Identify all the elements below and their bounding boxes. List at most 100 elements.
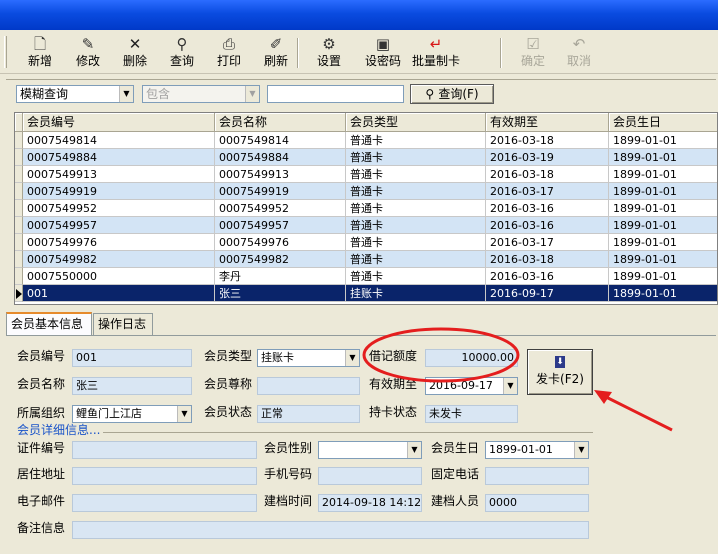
toolbar-button-8[interactable]: ↵ 批量制卡 — [411, 34, 461, 70]
chevron-down-icon[interactable]: ▼ — [574, 442, 588, 458]
table-cell[interactable]: 0007549919 — [215, 183, 346, 200]
id-no-field[interactable] — [72, 441, 257, 459]
expiry-date-picker[interactable]: 2016-09-17 ▼ — [425, 377, 518, 395]
table-cell[interactable]: 0007549814 — [215, 132, 346, 149]
toolbar-button-0[interactable]: 🗋 新增 — [15, 34, 65, 70]
gender-select[interactable]: ▼ — [318, 441, 422, 459]
chevron-down-icon[interactable]: ▼ — [407, 442, 421, 458]
table-cell[interactable]: 0007549976 — [23, 234, 215, 251]
table-cell[interactable]: 0007549957 — [23, 217, 215, 234]
table-row[interactable]: 0007549952 0007549952 普通卡 2016-03-16 1899-01… — [15, 200, 717, 217]
table-cell[interactable]: 2016-09-17 — [486, 285, 609, 302]
table-row[interactable]: 0007549957 0007549957 普通卡 2016-03-16 1899-01… — [15, 217, 717, 234]
table-row[interactable]: 0007550000 李丹 普通卡 2016-03-16 1899-01-01 — [15, 268, 717, 285]
table-cell[interactable]: 0007549982 — [215, 251, 346, 268]
query-button[interactable]: ⚲ 查询(F) — [410, 84, 494, 104]
table-cell[interactable]: 2016-03-18 — [486, 251, 609, 268]
table-cell[interactable]: 1899-01-01 — [609, 183, 717, 200]
member-no-field[interactable]: 001 — [72, 349, 192, 367]
status-field[interactable]: 正常 — [257, 405, 360, 423]
table-cell[interactable]: 0007549976 — [215, 234, 346, 251]
chevron-down-icon[interactable]: ▼ — [345, 350, 359, 366]
table-cell[interactable]: 2016-03-18 — [486, 166, 609, 183]
row-indicator[interactable] — [15, 268, 23, 285]
toolbar-button-4[interactable]: ⎙ 打印 — [204, 34, 254, 70]
table-cell[interactable]: 1899-01-01 — [609, 234, 717, 251]
table-cell[interactable]: 2016-03-16 — [486, 217, 609, 234]
table-cell[interactable]: 0007549913 — [23, 166, 215, 183]
table-cell[interactable]: 0007549919 — [23, 183, 215, 200]
title-field[interactable] — [257, 377, 360, 395]
email-field[interactable] — [72, 494, 257, 512]
table-cell[interactable]: 0007549884 — [23, 149, 215, 166]
table-cell[interactable]: 普通卡 — [346, 149, 486, 166]
grid-header-birthday[interactable]: 会员生日 — [609, 113, 717, 132]
table-row[interactable]: 0007549913 0007549913 普通卡 2016-03-18 1899-01… — [15, 166, 717, 183]
table-cell[interactable]: 0007549814 — [23, 132, 215, 149]
table-cell[interactable]: 0007549913 — [215, 166, 346, 183]
table-cell[interactable]: 1899-01-01 — [609, 200, 717, 217]
phone-field[interactable] — [485, 467, 589, 485]
table-cell[interactable]: 普通卡 — [346, 200, 486, 217]
creator-field[interactable]: 0000 — [485, 494, 589, 512]
address-field[interactable] — [72, 467, 257, 485]
table-cell[interactable]: 普通卡 — [346, 183, 486, 200]
table-cell[interactable]: 普通卡 — [346, 132, 486, 149]
table-cell[interactable]: 0007549957 — [215, 217, 346, 234]
row-indicator[interactable] — [15, 149, 23, 166]
table-row[interactable]: 0007549976 0007549976 普通卡 2016-03-17 1899-01… — [15, 234, 717, 251]
org-select[interactable]: 鲤鱼门上江店 ▼ — [72, 405, 192, 423]
table-cell[interactable]: 普通卡 — [346, 166, 486, 183]
table-cell[interactable]: 0007550000 — [23, 268, 215, 285]
birthday-date-picker[interactable]: 1899-01-01 ▼ — [485, 441, 589, 459]
grid-header-expiry[interactable]: 有效期至 — [486, 113, 609, 132]
table-cell[interactable]: 普通卡 — [346, 268, 486, 285]
chevron-down-icon[interactable]: ▼ — [503, 378, 517, 394]
table-cell[interactable]: 普通卡 — [346, 217, 486, 234]
table-cell[interactable]: 1899-01-01 — [609, 285, 717, 302]
table-cell[interactable]: 2016-03-16 — [486, 268, 609, 285]
mobile-field[interactable] — [318, 467, 422, 485]
table-cell[interactable]: 1899-01-01 — [609, 149, 717, 166]
table-cell[interactable]: 普通卡 — [346, 251, 486, 268]
issue-card-button[interactable]: ⬇ 发卡(F2) — [527, 349, 593, 395]
remark-field[interactable] — [72, 521, 589, 539]
member-name-field[interactable]: 张三 — [72, 377, 192, 395]
table-row[interactable]: 0007549814 0007549814 普通卡 2016-03-18 1899-01… — [15, 132, 717, 149]
row-indicator[interactable] — [15, 217, 23, 234]
toolbar-button-1[interactable]: ✎ 修改 — [63, 34, 113, 70]
table-cell[interactable]: 0007549884 — [215, 149, 346, 166]
table-cell[interactable]: 2016-03-16 — [486, 200, 609, 217]
row-indicator[interactable] — [15, 183, 23, 200]
table-row[interactable]: 001 张三 挂账卡 2016-09-17 1899-01-01 — [15, 285, 717, 302]
table-cell[interactable]: 1899-01-01 — [609, 217, 717, 234]
table-cell[interactable]: 001 — [23, 285, 215, 302]
row-indicator[interactable] — [15, 234, 23, 251]
table-cell[interactable]: 李丹 — [215, 268, 346, 285]
table-cell[interactable]: 0007549952 — [215, 200, 346, 217]
table-cell[interactable]: 2016-03-18 — [486, 132, 609, 149]
toolbar-button-7[interactable]: ▣ 设密码 — [358, 34, 408, 70]
member-type-select[interactable]: 挂账卡 ▼ — [257, 349, 360, 367]
search-keyword-input[interactable] — [267, 85, 404, 103]
table-cell[interactable]: 2016-03-17 — [486, 183, 609, 200]
table-cell[interactable]: 2016-03-17 — [486, 234, 609, 251]
toolbar-button-3[interactable]: ⚲ 查询 — [157, 34, 207, 70]
row-indicator[interactable] — [15, 200, 23, 217]
search-mode-select[interactable]: 模糊查询 ▼ — [16, 85, 134, 103]
table-cell[interactable]: 1899-01-01 — [609, 268, 717, 285]
grid-header-member-no[interactable]: 会员编号 — [23, 113, 215, 132]
row-indicator[interactable] — [15, 285, 23, 302]
table-cell[interactable]: 2016-03-19 — [486, 149, 609, 166]
table-cell[interactable]: 0007549982 — [23, 251, 215, 268]
table-row[interactable]: 0007549884 0007549884 普通卡 2016-03-19 1899-01… — [15, 149, 717, 166]
credit-field[interactable]: 10000.00 — [425, 349, 518, 367]
chevron-down-icon[interactable]: ▼ — [177, 406, 191, 422]
table-cell[interactable]: 张三 — [215, 285, 346, 302]
tab-operation-log[interactable]: 操作日志 — [93, 313, 153, 335]
table-cell[interactable]: 1899-01-01 — [609, 132, 717, 149]
grid-header-member-type[interactable]: 会员类型 — [346, 113, 486, 132]
member-grid[interactable]: 会员编号 会员名称 会员类型 有效期至 会员生日 0007549814 00075… — [14, 112, 718, 305]
table-cell[interactable]: 普通卡 — [346, 234, 486, 251]
table-cell[interactable]: 1899-01-01 — [609, 166, 717, 183]
